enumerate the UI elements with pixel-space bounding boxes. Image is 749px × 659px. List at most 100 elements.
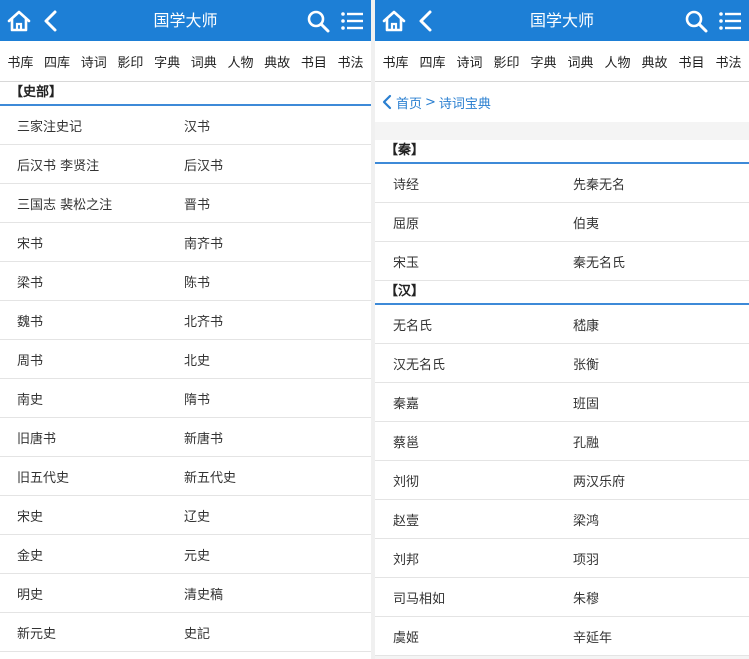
list-row: 新元史 史記 bbox=[0, 613, 371, 652]
list-row: 旧唐书 新唐书 bbox=[0, 418, 371, 457]
list-link[interactable]: 明史 bbox=[0, 584, 184, 603]
menu-icon[interactable] bbox=[339, 8, 365, 34]
list-row: 汉无名氏 张衡 bbox=[375, 344, 749, 383]
list-link[interactable]: 晋书 bbox=[184, 194, 210, 213]
list-link[interactable]: 后汉书 bbox=[184, 155, 223, 174]
nav-item[interactable]: 字典 bbox=[530, 52, 556, 71]
nav-item[interactable]: 诗词 bbox=[81, 52, 107, 71]
list-link[interactable]: 两汉乐府 bbox=[573, 471, 625, 490]
list-link[interactable]: 秦无名氏 bbox=[573, 252, 625, 271]
list-link[interactable]: 新五代史 bbox=[184, 467, 236, 486]
menu-icon[interactable] bbox=[717, 8, 743, 34]
list-link[interactable]: 南史 bbox=[0, 389, 184, 408]
list-row: 后汉书 李贤注 后汉书 bbox=[0, 145, 371, 184]
list-link[interactable]: 屈原 bbox=[375, 213, 573, 232]
list-link[interactable]: 梁鸿 bbox=[573, 510, 599, 529]
list-link[interactable]: 班固 bbox=[573, 393, 599, 412]
list-link[interactable]: 旧唐书 bbox=[0, 428, 184, 447]
list-link[interactable]: 新元史 bbox=[0, 623, 184, 642]
list-link[interactable]: 无名氏 bbox=[375, 315, 573, 334]
nav-item[interactable]: 书法 bbox=[338, 52, 364, 71]
nav-item[interactable]: 四库 bbox=[419, 52, 445, 71]
nav-item[interactable]: 词典 bbox=[191, 52, 217, 71]
list-row: 旧五代史 新五代史 bbox=[0, 457, 371, 496]
nav-item[interactable]: 典故 bbox=[264, 52, 290, 71]
chevron-left-icon[interactable] bbox=[380, 94, 394, 110]
list-link[interactable]: 张衡 bbox=[573, 354, 599, 373]
list-link[interactable]: 清史稿 bbox=[184, 584, 223, 603]
category-nav: 书库 四库 诗词 影印 字典 词典 人物 典故 书目 书法 bbox=[0, 41, 371, 82]
list-link[interactable]: 新唐书 bbox=[184, 428, 223, 447]
list-link[interactable]: 宋玉 bbox=[375, 252, 573, 271]
list-row: 虞姬 辛延年 bbox=[375, 617, 749, 656]
nav-item[interactable]: 书目 bbox=[301, 52, 327, 71]
nav-item[interactable]: 影印 bbox=[493, 52, 519, 71]
nav-item[interactable]: 词典 bbox=[567, 52, 593, 71]
breadcrumb-current[interactable]: 诗词宝典 bbox=[439, 93, 491, 112]
nav-item[interactable]: 典故 bbox=[641, 52, 667, 71]
category-nav: 书库 四库 诗词 影印 字典 词典 人物 典故 书目 书法 bbox=[375, 41, 749, 82]
list-link[interactable]: 元史 bbox=[184, 545, 210, 564]
nav-item[interactable]: 影印 bbox=[117, 52, 143, 71]
search-icon[interactable] bbox=[305, 8, 331, 34]
list-link[interactable]: 孔融 bbox=[573, 432, 599, 451]
list-link[interactable]: 后汉书 李贤注 bbox=[0, 155, 184, 174]
list-link[interactable]: 虞姬 bbox=[375, 627, 573, 646]
list-link[interactable]: 陈书 bbox=[184, 272, 210, 291]
list-link[interactable]: 刘彻 bbox=[375, 471, 573, 490]
list-link[interactable]: 伯夷 bbox=[573, 213, 599, 232]
list-link[interactable]: 秦嘉 bbox=[375, 393, 573, 412]
list-row: 明史 清史稿 bbox=[0, 574, 371, 613]
list-link[interactable]: 宋书 bbox=[0, 233, 184, 252]
list-link[interactable]: 司马相如 bbox=[375, 588, 573, 607]
list-link[interactable]: 项羽 bbox=[573, 549, 599, 568]
list-row: 诗经 先秦无名 bbox=[375, 164, 749, 203]
list-link[interactable]: 先秦无名 bbox=[573, 174, 625, 193]
list-row: 周书 北史 bbox=[0, 340, 371, 379]
nav-item[interactable]: 书目 bbox=[678, 52, 704, 71]
breadcrumb-home-link[interactable]: 首页 bbox=[396, 93, 422, 112]
list-link[interactable]: 汉书 bbox=[184, 116, 210, 135]
list-link[interactable]: 南齐书 bbox=[184, 233, 223, 252]
nav-item[interactable]: 书法 bbox=[715, 52, 741, 71]
book-list: 三家注史记 汉书 后汉书 李贤注 后汉书 三国志 裴松之注 晋书 宋书 南齐书 梁书 陈书… bbox=[0, 106, 371, 652]
list-link[interactable]: 辽史 bbox=[184, 506, 210, 525]
list-link[interactable]: 北史 bbox=[184, 350, 210, 369]
list-link[interactable]: 辛延年 bbox=[573, 627, 612, 646]
nav-item[interactable]: 书库 bbox=[382, 52, 408, 71]
list-row: 南史 隋书 bbox=[0, 379, 371, 418]
list-link[interactable]: 周书 bbox=[0, 350, 184, 369]
list-row: 宋玉 秦无名氏 bbox=[375, 242, 749, 281]
list-link[interactable]: 梁书 bbox=[0, 272, 184, 291]
list-link[interactable]: 隋书 bbox=[184, 389, 210, 408]
list-row: 魏书 北齐书 bbox=[0, 301, 371, 340]
list-link[interactable]: 宋史 bbox=[0, 506, 184, 525]
spacer bbox=[375, 122, 749, 140]
list-link[interactable]: 金史 bbox=[0, 545, 184, 564]
list-link[interactable]: 三国志 裴松之注 bbox=[0, 194, 184, 213]
list-link[interactable]: 汉无名氏 bbox=[375, 354, 573, 373]
list-row: 无名氏 嵇康 bbox=[375, 305, 749, 344]
search-icon[interactable] bbox=[683, 8, 709, 34]
nav-item[interactable]: 人物 bbox=[604, 52, 630, 71]
list-link[interactable]: 北齐书 bbox=[184, 311, 223, 330]
list-link[interactable]: 蔡邕 bbox=[375, 432, 573, 451]
list-link[interactable]: 刘邦 bbox=[375, 549, 573, 568]
list-link[interactable]: 旧五代史 bbox=[0, 467, 184, 486]
nav-item[interactable]: 诗词 bbox=[456, 52, 482, 71]
nav-item[interactable]: 人物 bbox=[227, 52, 253, 71]
nav-item[interactable]: 书库 bbox=[7, 52, 33, 71]
list-row: 秦嘉 班固 bbox=[375, 383, 749, 422]
nav-item[interactable]: 字典 bbox=[154, 52, 180, 71]
list-link[interactable]: 诗经 bbox=[375, 174, 573, 193]
list-link[interactable]: 魏书 bbox=[0, 311, 184, 330]
list-link[interactable]: 朱穆 bbox=[573, 588, 599, 607]
nav-item[interactable]: 四库 bbox=[44, 52, 70, 71]
breadcrumb: 首页 > 诗词宝典 bbox=[375, 82, 749, 122]
list-row: 宋史 辽史 bbox=[0, 496, 371, 535]
list-link[interactable]: 赵壹 bbox=[375, 510, 573, 529]
list-link[interactable]: 史記 bbox=[184, 623, 210, 642]
list-link[interactable]: 嵇康 bbox=[573, 315, 599, 334]
list-link[interactable]: 三家注史记 bbox=[0, 116, 184, 135]
list-row: 屈原 伯夷 bbox=[375, 203, 749, 242]
